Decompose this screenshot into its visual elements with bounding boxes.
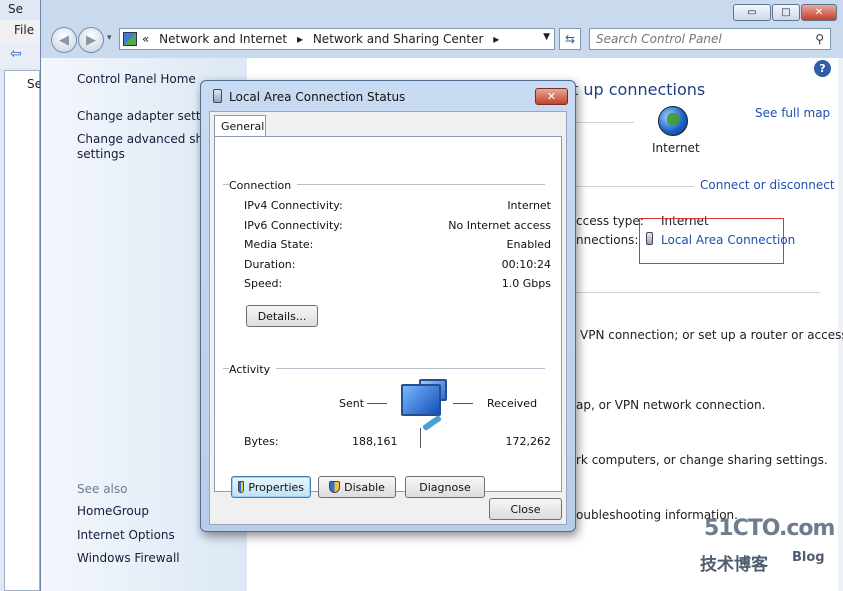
sidebar-see-also-heading: See also [77,482,128,496]
control-panel-icon [123,32,137,46]
local-area-connection-link[interactable]: Local Area Connection [661,233,795,247]
minimize-button[interactable]: ▭ [733,4,771,21]
connect-or-disconnect-link[interactable]: Connect or disconnect [700,178,835,192]
dialog-close-x-button[interactable]: ✕ [535,88,568,105]
ipv4-value: Internet [507,199,551,212]
details-button[interactable]: Details... [246,305,318,327]
see-full-map-link[interactable]: See full map [755,106,830,120]
search-input[interactable] [590,29,810,49]
breadcrumb-network-sharing-center[interactable]: Network and Sharing Center [313,32,484,46]
connections-label: nnections: [576,233,639,247]
address-bar[interactable]: « Network and Internet ▸ Network and Sha… [119,28,555,50]
breadcrumb-separator-icon[interactable]: ▸ [493,32,499,46]
media-state-value: Enabled [506,238,551,251]
speed-label: Speed: [244,277,283,290]
tasks-divider [576,292,820,293]
search-icon[interactable]: ⚲ [815,32,824,46]
ipv6-label: IPv6 Connectivity: [244,219,343,232]
connections-divider [576,186,694,187]
connection-icon [646,232,653,245]
map-divider [576,122,634,123]
properties-button[interactable]: Properties [231,476,311,498]
network-cable-icon [422,414,442,432]
task-connect-network-text[interactable]: ap, or VPN network connection. [576,398,765,412]
breadcrumb-prefix[interactable]: « [142,32,149,46]
diagnose-button[interactable]: Diagnose [405,476,485,498]
background-nav: ⇦ [0,42,44,68]
dialog-title: Local Area Connection Status [229,90,406,104]
content-scrollbar[interactable] [838,58,843,591]
task-homegroup-text[interactable]: rk computers, or change sharing settings… [576,453,828,467]
address-dropdown-icon[interactable]: ▼ [543,32,550,42]
connection-group-title: Connection [229,179,298,192]
back-arrow-icon[interactable]: ⇦ [10,46,22,62]
received-dash [453,403,473,404]
watermark-blog: Blog [792,550,825,565]
bytes-sent-value: 188,161 [352,435,398,448]
access-type-label: ccess type: [576,214,644,228]
task-setup-connection-text[interactable]: VPN connection; or set up a router or ac… [580,328,843,342]
breadcrumb-network-internet[interactable]: Network and Internet [159,32,287,46]
sidebar-windows-firewall[interactable]: Windows Firewall [77,551,180,565]
sent-dash [367,403,387,404]
tab-general[interactable]: General [214,115,266,137]
disable-button[interactable]: Disable [318,476,396,498]
bytes-received-value: 172,262 [505,435,552,448]
sidebar-homegroup[interactable]: HomeGroup [77,504,149,518]
maximize-button[interactable]: □ [772,4,800,21]
sent-label: Sent [339,397,365,410]
internet-map-label[interactable]: Internet [652,141,700,155]
duration-label: Duration: [244,258,296,271]
bytes-label: Bytes: [244,435,279,448]
media-state-label: Media State: [244,238,314,251]
watermark-cn: 技术博客 [700,555,768,575]
duration-value: 00:10:24 [501,258,551,271]
sidebar-control-panel-home[interactable]: Control Panel Home [77,72,196,86]
general-tab-panel: Connection IPv4 Connectivity: Internet I… [214,136,562,498]
forward-icon: ▶ [86,32,96,48]
local-area-connection-status-dialog: Local Area Connection Status ✕ General C… [200,80,576,532]
help-icon[interactable]: ? [814,60,831,77]
sidebar-internet-options[interactable]: Internet Options [77,528,175,542]
navigation-bar: ◀ ▶ ▾ « Network and Internet ▸ Network a… [41,24,843,56]
sidebar-change-advanced-sharing-settings[interactable]: settings [77,147,125,161]
background-window: Se File ⇦ Se [0,0,44,591]
page-heading: t up connections [572,80,706,99]
forward-button[interactable]: ▶ [78,27,104,53]
background-pane: Se [4,70,42,591]
refresh-icon: ⇆ [564,32,576,46]
breadcrumb-separator-icon[interactable]: ▸ [297,32,303,46]
close-button[interactable]: Close [489,498,562,520]
ipv6-value: No Internet access [448,219,551,232]
speed-value: 1.0 Gbps [501,277,551,290]
back-button[interactable]: ◀ [51,27,77,53]
search-box: ⚲ [589,28,831,50]
watermark-brand: 51CTO.com [704,516,835,541]
uac-shield-icon [238,481,245,493]
background-menu-bar: File [0,20,44,42]
history-dropdown-icon[interactable]: ▾ [107,33,112,43]
close-icon: ✕ [546,90,557,103]
network-adapter-icon [213,89,222,103]
internet-globe-icon[interactable] [658,106,688,136]
properties-button-label: Properties [248,480,304,494]
dialog-body: General Connection IPv4 Connectivity: In… [209,111,567,525]
ipv4-label: IPv4 Connectivity: [244,199,343,212]
received-label: Received [487,397,538,410]
activity-group-title: Activity [229,363,277,376]
refresh-button[interactable]: ⇆ [559,28,581,50]
back-icon: ◀ [59,32,69,48]
bytes-divider [420,428,421,448]
network-computers-icon [401,384,441,416]
close-window-button[interactable]: ✕ [801,4,837,21]
disable-button-label: Disable [344,480,385,494]
breadcrumb: « Network and Internet ▸ Network and Sha… [142,32,505,46]
menu-file[interactable]: File [14,23,34,37]
background-window-title: Se [8,2,23,16]
uac-shield-icon [329,481,341,493]
